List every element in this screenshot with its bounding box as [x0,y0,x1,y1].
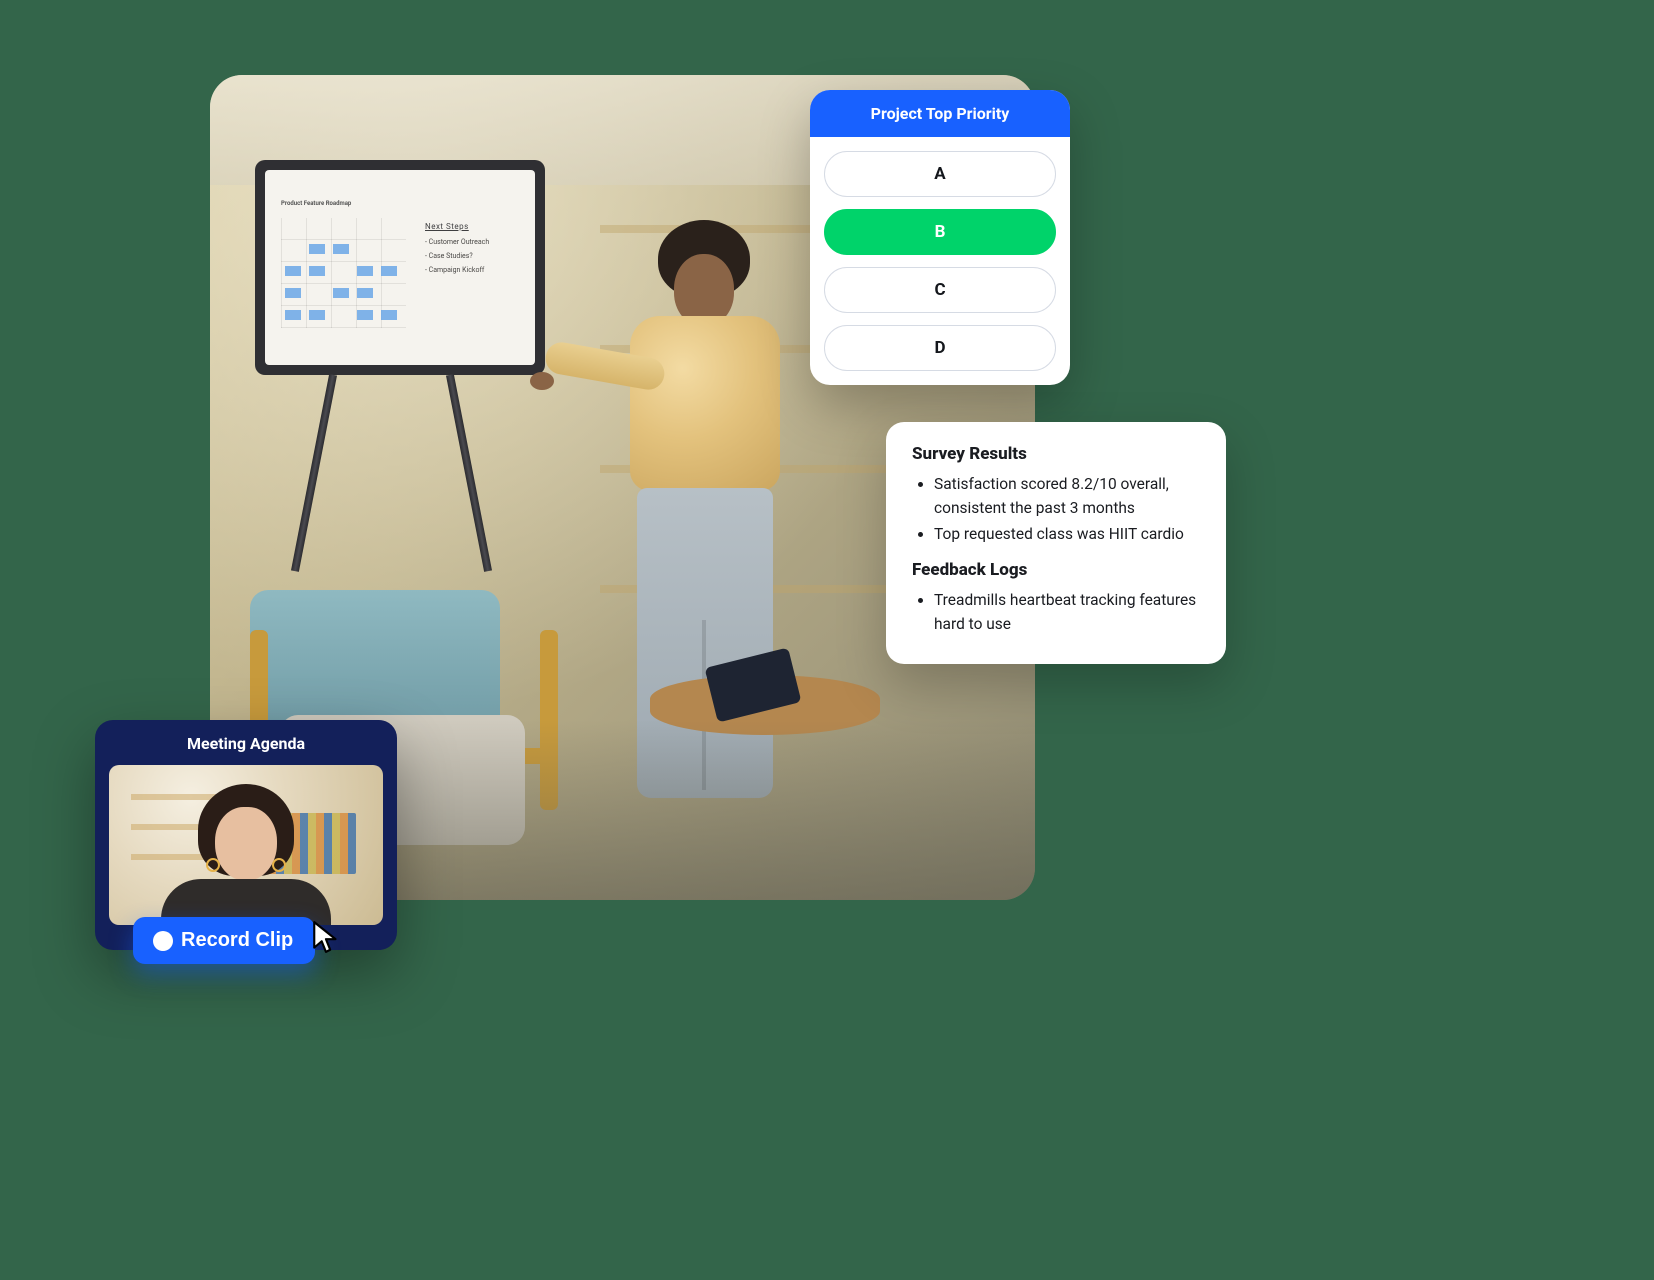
poll-title: Project Top Priority [810,90,1070,137]
insights-card: Survey Results Satisfaction scored 8.2/1… [886,422,1226,664]
survey-results-heading: Survey Results [912,444,1200,464]
survey-results-list: Satisfaction scored 8.2/10 overall, cons… [912,472,1200,546]
notes-line: - Case Studies? [425,252,473,260]
feedback-logs-list: Treadmills heartbeat tracking features h… [912,588,1200,636]
record-icon [155,933,171,949]
cursor-icon [310,920,344,954]
record-clip-button[interactable]: Record Clip [133,917,315,964]
feedback-bullet: Treadmills heartbeat tracking features h… [934,588,1200,636]
roadmap-grid [281,218,406,328]
poll-option-a[interactable]: A [824,151,1056,197]
poll-option-d[interactable]: D [824,325,1056,371]
notes-line: - Campaign Kickoff [425,266,484,274]
poll-option-b[interactable]: B [824,209,1056,255]
meeting-agenda-card: Meeting Agenda Record Clip [95,720,397,950]
poll-options-list: A B C D [810,137,1070,385]
notes-line: - Customer Outreach [425,238,489,246]
feedback-logs-heading: Feedback Logs [912,560,1200,580]
meeting-agenda-title: Meeting Agenda [109,734,383,753]
poll-option-c[interactable]: C [824,267,1056,313]
record-clip-label: Record Clip [181,929,293,952]
roadmap-title: Product Feature Roadmap [281,200,351,207]
agenda-video-thumb[interactable] [109,765,383,925]
survey-bullet: Satisfaction scored 8.2/10 overall, cons… [934,472,1200,520]
survey-bullet: Top requested class was HIIT cardio [934,522,1200,546]
easel-screen: Product Feature Roadmap Next St [265,170,535,365]
easel-frame: Product Feature Roadmap Next St [255,160,545,375]
presentation-easel: Product Feature Roadmap Next St [255,160,545,520]
notes-heading: Next Steps [425,222,469,231]
poll-card: Project Top Priority A B C D [810,90,1070,385]
